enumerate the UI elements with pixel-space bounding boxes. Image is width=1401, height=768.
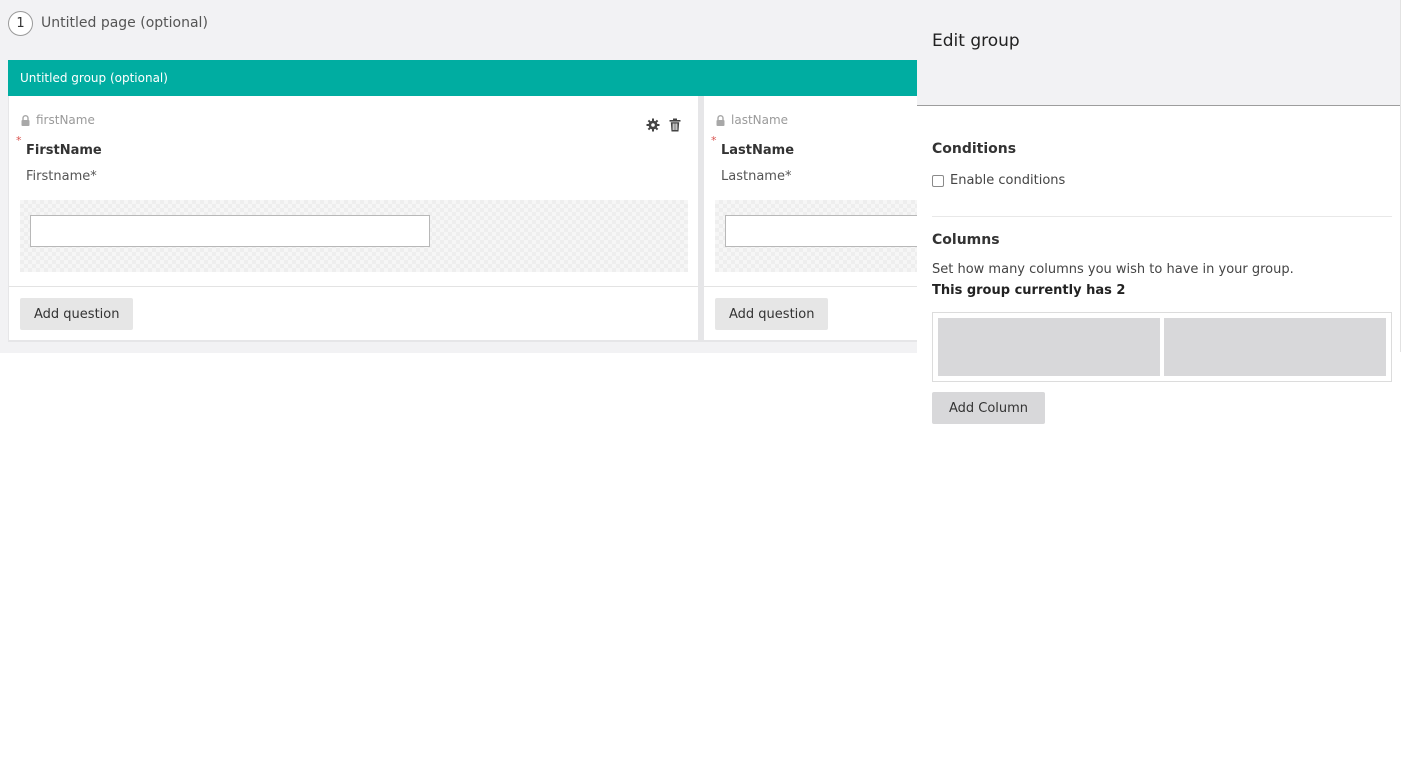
enable-conditions-row[interactable]: Enable conditions (932, 173, 1065, 188)
question-alias: firstName (21, 113, 95, 127)
question-title: FirstName (26, 143, 102, 158)
trash-icon[interactable] (668, 118, 682, 132)
alias-text: lastName (731, 113, 789, 127)
text-input-preview[interactable] (30, 215, 430, 247)
gear-icon[interactable] (646, 118, 660, 132)
add-question-button[interactable]: Add question (715, 298, 829, 330)
column-preview-box (938, 318, 1160, 376)
page-number-badge: 1 (8, 10, 33, 36)
page-header: 1 Untitled page (optional) (8, 10, 208, 36)
lock-icon (716, 114, 725, 126)
column-layout-preview (932, 312, 1392, 382)
edit-group-panel: Edit group Conditions Enable conditions … (917, 0, 1401, 768)
conditions-heading: Conditions (932, 141, 1017, 157)
question-group[interactable]: Untitled group (optional) firstName * Fi… (8, 60, 917, 342)
columns-description: Set how many columns you wish to have in… (932, 262, 1294, 277)
question-preview (20, 200, 688, 272)
required-marker: * (16, 134, 22, 147)
panel-header: Edit group (917, 0, 1400, 106)
form-workspace: 1 Untitled page (optional) Untitled grou… (0, 0, 917, 353)
group-title: Untitled group (optional) (20, 71, 168, 85)
group-header[interactable]: Untitled group (optional) (8, 60, 917, 96)
question-preview (715, 200, 917, 272)
question-alias: lastName (716, 113, 788, 127)
columns-count-text: This group currently has 2 (932, 283, 1126, 298)
question-title: LastName (721, 143, 795, 158)
question-card-lastname[interactable]: lastName * LastName Lastname* (704, 96, 917, 287)
columns-heading: Columns (932, 232, 1000, 248)
question-card-firstname[interactable]: firstName * FirstName Firstname* (9, 96, 698, 287)
column-preview-box (1164, 318, 1386, 376)
required-marker: * (711, 134, 717, 147)
text-input-preview[interactable] (725, 215, 917, 247)
alias-text: firstName (36, 113, 95, 127)
question-label: Firstname* (26, 169, 97, 184)
question-label: Lastname* (721, 169, 792, 184)
group-column-1: firstName * FirstName Firstname* Add que… (9, 96, 698, 340)
question-tools (646, 118, 682, 132)
page-title[interactable]: Untitled page (optional) (41, 15, 208, 31)
group-column-2: lastName * LastName Lastname* Add questi… (704, 96, 917, 340)
enable-conditions-label: Enable conditions (950, 173, 1066, 188)
add-question-button[interactable]: Add question (20, 298, 134, 330)
group-columns: firstName * FirstName Firstname* Add que… (8, 96, 917, 342)
panel-title: Edit group (932, 31, 1020, 51)
section-divider (932, 216, 1392, 217)
lock-icon (21, 114, 30, 126)
enable-conditions-checkbox[interactable] (932, 174, 944, 187)
add-column-button[interactable]: Add Column (932, 392, 1045, 424)
